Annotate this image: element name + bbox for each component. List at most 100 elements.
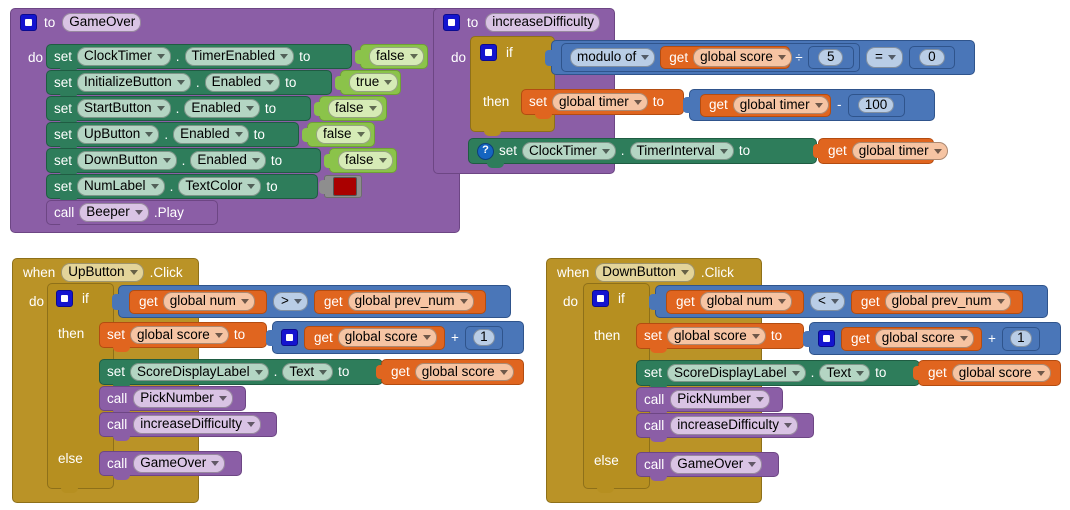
variable-dropdown[interactable]: global score xyxy=(337,328,437,347)
get-block-global-num-down[interactable]: get global num xyxy=(666,289,804,314)
setter-block-upbutton-enabled[interactable]: set UpButton . Enabled to xyxy=(46,122,299,151)
property-dropdown[interactable]: Enabled xyxy=(184,99,260,118)
property-dropdown[interactable]: Enabled xyxy=(190,151,266,170)
number-value-field[interactable]: 0 xyxy=(919,49,945,66)
component-dropdown[interactable]: StartButton xyxy=(77,99,171,118)
variable-dropdown[interactable]: global score xyxy=(693,48,792,67)
setter-block-scoredisplaylabel-text-down[interactable]: set ScoreDisplayLabel . Text to xyxy=(636,360,920,390)
procedure-block-gameover[interactable]: to GameOver do set ClockTimer . TimerEna… xyxy=(10,8,460,233)
color-block[interactable] xyxy=(319,175,362,198)
variable-dropdown[interactable]: global score xyxy=(951,363,1051,383)
comparison-block-greater[interactable]: get global num > get global prev_num xyxy=(112,285,511,318)
mutator-icon[interactable] xyxy=(56,290,73,307)
component-dropdown[interactable]: ClockTimer xyxy=(522,141,616,161)
help-icon[interactable]: ? xyxy=(477,142,494,160)
variable-dropdown[interactable]: global num xyxy=(162,292,255,311)
component-dropdown[interactable]: DownButton xyxy=(595,263,695,282)
variable-dropdown[interactable]: global score xyxy=(130,325,229,345)
call-block-beeper-play[interactable]: call Beeper .Play xyxy=(46,200,218,229)
number-value-field[interactable]: 100 xyxy=(857,96,895,114)
mutator-icon[interactable] xyxy=(281,329,298,346)
comparison-block-less[interactable]: get global num < get global prev_num xyxy=(649,285,1048,318)
procedure-dropdown[interactable]: GameOver xyxy=(670,455,763,474)
procedure-dropdown[interactable]: increaseDifficulty xyxy=(133,415,262,434)
setter-block-startbutton-enabled[interactable]: set StartButton . Enabled to xyxy=(46,96,311,125)
subtraction-block[interactable]: get global timer - 100 xyxy=(683,89,935,121)
mutator-icon[interactable] xyxy=(592,290,609,307)
number-value-field[interactable]: 1 xyxy=(1010,330,1032,347)
logic-block-false-2[interactable]: false xyxy=(314,96,387,121)
number-block-5[interactable]: 5 xyxy=(807,46,854,69)
mutator-icon[interactable] xyxy=(20,14,37,31)
setter-block-initializebutton-enabled[interactable]: set InitializeButton . Enabled to xyxy=(46,70,332,99)
get-block-global-score-text-down[interactable]: get global score xyxy=(913,360,1061,386)
component-dropdown[interactable]: NumLabel xyxy=(77,177,165,196)
procedure-name-field[interactable]: GameOver xyxy=(62,13,142,32)
component-dropdown[interactable]: DownButton xyxy=(77,151,177,170)
property-dropdown[interactable]: Text xyxy=(282,362,334,382)
comparison-operator-dropdown[interactable]: = xyxy=(866,47,903,68)
blocks-canvas[interactable]: to GameOver do set ClockTimer . TimerEna… xyxy=(0,0,1070,510)
component-dropdown[interactable]: ScoreDisplayLabel xyxy=(130,362,269,382)
component-dropdown[interactable]: Beeper xyxy=(79,203,149,222)
mutator-icon[interactable] xyxy=(443,14,460,31)
get-block-global-timer[interactable]: get global timer xyxy=(700,93,831,117)
get-block-global-num[interactable]: get global num xyxy=(129,289,267,314)
call-block-increasedifficulty-up[interactable]: call increaseDifficulty xyxy=(99,412,277,441)
procedure-dropdown[interactable]: PickNumber xyxy=(670,390,770,409)
number-block-100[interactable]: 100 xyxy=(847,93,905,117)
call-block-increasedifficulty-down[interactable]: call increaseDifficulty xyxy=(636,413,814,442)
component-dropdown[interactable]: InitializeButton xyxy=(77,73,191,92)
variable-dropdown[interactable]: global prev_num xyxy=(884,292,1011,311)
logic-block-false-4[interactable]: false xyxy=(324,148,397,173)
set-variable-block-global-score-up[interactable]: set global score to xyxy=(99,322,267,352)
variable-dropdown[interactable]: global prev_num xyxy=(347,292,474,311)
procedure-dropdown[interactable]: GameOver xyxy=(133,454,226,473)
setter-block-clocktimer-timerenabled[interactable]: set ClockTimer . TimerEnabled to xyxy=(46,44,352,73)
addition-block-down[interactable]: get global score + 1 xyxy=(803,322,1061,355)
variable-dropdown[interactable]: global score xyxy=(667,326,766,346)
logic-value-dropdown[interactable]: false xyxy=(338,151,393,170)
call-block-picknumber-down[interactable]: call PickNumber xyxy=(636,387,783,416)
logic-block-false-3[interactable]: false xyxy=(302,122,375,147)
comparison-block-equals[interactable]: modulo of get global score ÷ 5 = 0 xyxy=(545,40,975,75)
setter-block-numlabel-textcolor[interactable]: set NumLabel . TextColor to xyxy=(46,174,318,203)
number-block-1-up[interactable]: 1 xyxy=(464,325,503,350)
get-block-global-score-up[interactable]: get global score xyxy=(304,325,445,350)
component-dropdown[interactable]: ScoreDisplayLabel xyxy=(667,363,806,383)
variable-dropdown[interactable]: global score xyxy=(414,362,514,382)
variable-dropdown[interactable]: global timer xyxy=(851,141,948,161)
logic-block-false-1[interactable]: false xyxy=(355,44,428,69)
get-block-global-score-down[interactable]: get global score xyxy=(841,326,982,351)
call-block-gameover-up[interactable]: call GameOver xyxy=(99,451,242,480)
component-dropdown[interactable]: UpButton xyxy=(77,125,160,144)
number-value-field[interactable]: 1 xyxy=(473,329,495,346)
get-block-global-prev-num-down[interactable]: get global prev_num xyxy=(850,289,1023,314)
setter-block-clocktimer-timerinterval[interactable]: ? set ClockTimer . TimerInterval to xyxy=(468,138,817,168)
property-dropdown[interactable]: Enabled xyxy=(204,73,281,92)
set-variable-block-global-score-down[interactable]: set global score to xyxy=(636,323,804,353)
call-block-picknumber-up[interactable]: call PickNumber xyxy=(99,386,246,415)
number-block-1-down[interactable]: 1 xyxy=(1001,326,1040,351)
variable-dropdown[interactable]: global timer xyxy=(732,95,829,115)
variable-dropdown[interactable]: global score xyxy=(874,329,974,348)
setter-block-scoredisplaylabel-text-up[interactable]: set ScoreDisplayLabel . Text to xyxy=(99,359,383,389)
procedure-dropdown[interactable]: increaseDifficulty xyxy=(670,416,799,435)
set-variable-block-global-timer[interactable]: set global timer to xyxy=(521,89,684,119)
comparison-operator-dropdown[interactable]: > xyxy=(273,292,308,311)
logic-value-dropdown[interactable]: true xyxy=(349,73,399,92)
get-block-global-score-text-up[interactable]: get global score xyxy=(376,359,524,385)
addition-block-up[interactable]: get global score + 1 xyxy=(266,321,524,354)
get-block-global-timer-2[interactable]: get global timer xyxy=(813,138,948,164)
comparison-operator-dropdown[interactable]: < xyxy=(810,292,845,311)
setter-block-downbutton-enabled[interactable]: set DownButton . Enabled to xyxy=(46,148,321,177)
number-block-0[interactable]: 0 xyxy=(908,46,955,69)
property-dropdown[interactable]: TextColor xyxy=(178,177,262,196)
mutator-icon[interactable] xyxy=(818,330,835,347)
logic-block-true[interactable]: true xyxy=(335,70,401,95)
variable-dropdown[interactable]: global num xyxy=(699,292,792,311)
get-block-global-prev-num[interactable]: get global prev_num xyxy=(313,289,486,314)
color-swatch[interactable] xyxy=(333,177,357,196)
property-dropdown[interactable]: TimerInterval xyxy=(629,141,734,161)
get-block-global-score[interactable]: get global score xyxy=(660,46,792,69)
